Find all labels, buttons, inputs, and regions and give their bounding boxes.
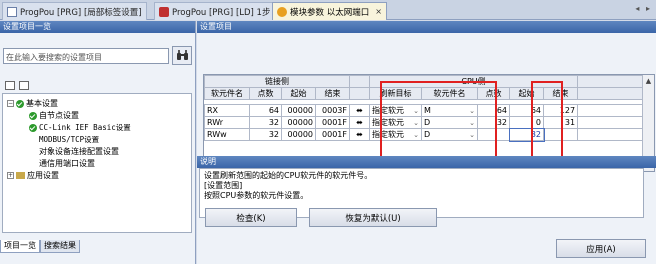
tab-scroll-arrows[interactable]: ◂ ▸ — [635, 4, 652, 13]
tab-item-list[interactable]: 项目一览 — [0, 240, 40, 253]
cell-link-start: 00000 — [281, 116, 316, 129]
settings-tree: − 基本设置 自节点设置 CC-Link IEF Basic设置 MODBUS/… — [2, 93, 192, 233]
bidirectional-arrow-icon: ⬌ — [349, 128, 370, 141]
table-icon — [7, 6, 17, 17]
search-button[interactable] — [172, 46, 192, 65]
check-icon — [29, 123, 37, 132]
cell-link-points[interactable]: 64 — [249, 104, 282, 117]
scroll-up-icon[interactable]: ▲ — [643, 77, 654, 88]
tree-toolbar — [5, 81, 29, 90]
cell-link-start: 00000 — [281, 128, 316, 141]
spacer-cell — [577, 75, 645, 88]
spacer-cell — [577, 87, 645, 100]
panel-title: 设置项目 — [197, 21, 656, 33]
spacer-cell — [349, 75, 370, 88]
spacer-cell — [349, 87, 370, 100]
expand-all-icon[interactable] — [5, 81, 15, 90]
highlight-box-refresh-target — [380, 81, 497, 164]
col-header: 起始 — [281, 87, 316, 100]
check-button[interactable]: 检查(K) — [205, 208, 297, 227]
expand-icon[interactable]: + — [7, 172, 14, 179]
tree-node-device-connection[interactable]: 对象设备连接配置设置 — [39, 146, 119, 157]
binoculars-icon — [176, 50, 188, 60]
settings-item-panel: 设置项目 链接侧 CPU侧 软元件名 点数 起始 结束 刷新目标 软元件名 点数… — [197, 21, 656, 264]
cell-link-points[interactable]: 32 — [249, 116, 282, 129]
spacer-cell — [577, 116, 645, 129]
col-header: 点数 — [249, 87, 282, 100]
tree-node-application-settings[interactable]: + 应用设置 — [7, 170, 59, 181]
tree-node-modbus-tcp[interactable]: MODBUS/TCP设置 — [39, 134, 99, 145]
description-title: 说明 — [197, 156, 656, 168]
spacer-cell — [577, 104, 645, 117]
tree-node-basic-settings[interactable]: − 基本设置 — [7, 98, 58, 109]
tab-label: ProgPou [PRG] [LD] 1步 — [172, 7, 271, 18]
check-icon — [29, 111, 37, 120]
tab-module-parameter[interactable]: 模块参数 以太网端口 × — [272, 2, 387, 20]
tab-local-label-settings[interactable]: ProgPou [PRG] [局部标签设置] — [2, 2, 147, 20]
settings-list-panel: 设置项目一览 在此输入要搜索的设置项目 − 基本设置 自节点设置 CC-Link… — [0, 21, 196, 264]
tab-label: ProgPou [PRG] [局部标签设置] — [20, 7, 142, 18]
collapse-all-icon[interactable] — [19, 81, 29, 90]
close-icon[interactable]: × — [375, 7, 382, 16]
tree-node-cc-link-ief-basic[interactable]: CC-Link IEF Basic设置 — [29, 122, 131, 133]
cell-link-device: RWw — [204, 128, 250, 141]
search-input[interactable]: 在此输入要搜索的设置项目 — [3, 48, 169, 64]
ladder-icon — [159, 6, 169, 17]
collapse-icon[interactable]: − — [7, 100, 14, 107]
restore-default-button[interactable]: 恢复为默认(U) — [309, 208, 437, 227]
folder-icon — [16, 172, 25, 179]
cell-link-end: 0001F — [315, 116, 350, 129]
check-icon — [16, 99, 24, 108]
tree-node-own-node[interactable]: 自节点设置 — [29, 110, 79, 121]
parameter-icon — [277, 6, 287, 17]
cell-link-end: 0003F — [315, 104, 350, 117]
tab-search-results[interactable]: 搜索结果 — [40, 240, 80, 253]
tree-node-comm-port[interactable]: 通信用端口设置 — [39, 158, 95, 169]
panel-title: 设置项目一览 — [0, 21, 195, 33]
spacer-cell — [577, 128, 645, 141]
cell-link-device: RX — [204, 104, 250, 117]
bidirectional-arrow-icon: ⬌ — [349, 116, 370, 129]
apply-button[interactable]: 应用(A) — [556, 239, 646, 258]
desc-line: [设置范围] — [204, 181, 243, 190]
link-side-header: 链接侧 — [204, 75, 350, 88]
cell-link-start: 00000 — [281, 104, 316, 117]
document-tab-bar: ProgPou [PRG] [局部标签设置] ProgPou [PRG] [LD… — [0, 0, 656, 20]
col-header: 软元件名 — [204, 87, 250, 100]
tab-ladder-program[interactable]: ProgPou [PRG] [LD] 1步 — [154, 2, 276, 20]
cell-link-end: 0001F — [315, 128, 350, 141]
bidirectional-arrow-icon: ⬌ — [349, 104, 370, 117]
cell-link-points[interactable]: 32 — [249, 128, 282, 141]
tab-label: 模块参数 以太网端口 — [290, 7, 370, 18]
col-header: 结束 — [315, 87, 350, 100]
desc-line: 按照CPU参数的软元件设置。 — [204, 191, 309, 200]
left-bottom-tabs: 项目一览 搜索结果 — [0, 240, 80, 253]
desc-line: 设置刷新范围的起始的CPU软元件的软元件号。 — [204, 171, 373, 180]
cell-link-device: RWr — [204, 116, 250, 129]
